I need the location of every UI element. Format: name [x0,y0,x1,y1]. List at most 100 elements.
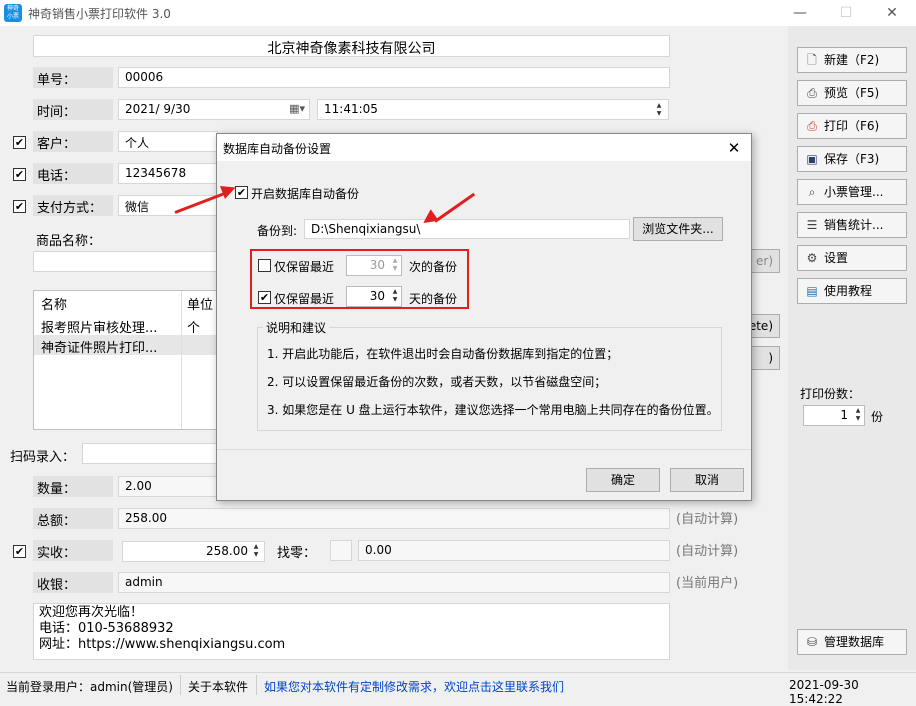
print-button-label: 打印（F6) [824,119,880,133]
tutorial-label: 使用教程 [824,284,873,298]
total-field: 258.00 [118,508,670,529]
time-label: 时间： [33,99,113,120]
minimize-button[interactable]: — [788,2,812,24]
preview-button-label: 预览（F5) [824,86,880,100]
scan-input[interactable] [82,443,222,464]
notes-group-title: 说明和建议 [263,319,330,336]
received-value: 258.00 [206,544,248,558]
backup-path-field[interactable]: D:\Shenqixiangsu\ [304,219,630,239]
status-datetime: 2021-09-30 15:42:22 [789,678,859,706]
dialog-title-bar: 数据库自动备份设置 ✕ [217,134,751,161]
note-line: 3. 如果您是在 U 盘上运行本软件，建议您选择一个常用电脑上共同存在的备份位置… [267,403,719,417]
ticket-management-button[interactable]: ⌕ 小票管理... [797,179,907,205]
company-name-field[interactable]: 北京神奇像素科技有限公司 [33,35,670,57]
save-button-label: 保存（F3) [824,152,880,166]
keep-count-spinner-icon[interactable]: ▲ ▼ [390,257,400,273]
preview-button[interactable]: ⎙ 预览（F5) [797,80,907,106]
change-field: 0.00 [358,540,670,561]
payment-checkbox[interactable]: ✔ [13,200,26,213]
keep-days-label: 仅保留最近 [274,292,335,306]
database-icon: ⛁ [806,635,818,649]
title-bar: 神奇 小票 神奇销售小票打印软件 3.0 — ☐ ✕ [0,0,916,26]
app-icon: 神奇 小票 [4,4,22,22]
total-label: 总额： [33,508,113,529]
grid-cell: 神奇证件照片打印... [41,341,158,356]
time-spinner-icon[interactable]: ▲ ▼ [654,102,664,118]
keep-count-value: 30 [369,258,385,272]
keep-count-unit: 次的备份 [409,260,458,274]
keep-days-spinner-icon[interactable]: ▲ ▼ [390,288,400,304]
keep-days-unit: 天的备份 [409,292,458,306]
received-field[interactable]: 258.00 ▲ ▼ [122,541,265,562]
dialog-close-icon[interactable]: ✕ [722,137,746,159]
printer-icon: ⎙ [807,119,817,133]
cancel-button[interactable]: 取消 [670,468,744,492]
save-button[interactable]: ▣ 保存（F3) [797,146,907,172]
received-checkbox[interactable]: ✔ [13,545,26,558]
copies-spinner[interactable]: 1 ▲ ▼ [803,405,865,426]
calendar-dropdown-icon[interactable]: ▦▾ [289,102,305,115]
ok-button[interactable]: 确定 [586,468,660,492]
order-no-field[interactable]: 00006 [118,67,670,88]
phone-label: 电话： [33,163,113,184]
customer-label: 客户： [33,131,113,152]
backup-settings-dialog: 数据库自动备份设置 ✕ ✔ 开启数据库自动备份 备份到: D:\Shenqixi… [216,133,752,501]
grid-cell: 报考照片审核处理... [41,321,158,336]
product-name-field[interactable] [33,251,219,272]
new-button[interactable]: 🗋 新建（F2) [797,47,907,73]
phone-field[interactable]: 12345678 [118,163,218,184]
window-title: 神奇销售小票打印软件 3.0 [28,7,171,21]
received-spinner-icon[interactable]: ▲ ▼ [251,543,261,559]
table-row[interactable]: 神奇证件照片打印... [34,335,218,356]
time-field[interactable]: 11:41:05 ▲ ▼ [317,99,669,120]
auto-calc-hint: (自动计算) [676,512,739,527]
note-line: 2. 可以设置保留最近备份的次数，或者天数，以节省磁盘空间； [267,375,607,389]
change-prefix-box [330,540,352,561]
qty-label: 数量： [33,476,113,497]
browse-folder-button[interactable]: 浏览文件夹... [633,217,723,241]
phone-checkbox[interactable]: ✔ [13,168,26,181]
keep-days-checkbox[interactable]: ✔ [258,291,271,304]
change-label: 找零： [277,546,317,561]
list-icon: ☰ [806,218,818,232]
settings-button[interactable]: ⚙ 设置 [797,245,907,271]
book-icon: ▤ [806,284,818,298]
scan-label: 扫码录入： [10,450,76,465]
product-name-label: 商品名称： [36,234,102,249]
footer-line: 电话：010-53688932 [39,621,174,636]
sales-stats-button[interactable]: ☰ 销售统计... [797,212,907,238]
enable-backup-label: 开启数据库自动备份 [251,187,360,201]
maximize-button[interactable]: ☐ [834,2,858,24]
copies-label: 打印份数： [800,387,861,401]
tutorial-button[interactable]: ▤ 使用教程 [797,278,907,304]
db-management-button[interactable]: ⛁ 管理数据库 [797,629,907,655]
about-link[interactable]: 关于本软件 [188,678,248,695]
status-bar: 当前登录用户：admin(管理员) 关于本软件 如果您对本软件有定制修改需求，欢… [0,672,916,706]
keep-days-spinner[interactable]: 30 ▲ ▼ [346,286,402,307]
new-doc-icon: 🗋 [807,53,817,67]
custom-contact-link[interactable]: 如果您对本软件有定制修改需求，欢迎点击这里联系我们 [264,678,564,695]
current-user-hint: (当前用户) [676,576,739,591]
table-row[interactable]: 报考照片审核处理... 个 [34,315,218,336]
print-button[interactable]: ⎙ 打印（F6) [797,113,907,139]
date-picker[interactable]: 2021/ 9/30 ▦▾ [118,99,310,120]
settings-label: 设置 [824,251,849,265]
copies-spinner-icon[interactable]: ▲ ▼ [853,407,863,423]
keep-count-checkbox[interactable] [258,259,271,272]
close-button[interactable]: ✕ [880,2,904,24]
backup-to-label: 备份到: [257,224,298,238]
received-label: 实收： [33,540,113,561]
note-line: 1. 开启此功能后，在软件退出时会自动备份数据库到指定的位置； [267,347,619,361]
db-management-label: 管理数据库 [824,635,885,649]
customer-checkbox[interactable]: ✔ [13,136,26,149]
keep-count-spinner[interactable]: 30 ▲ ▼ [346,255,402,276]
divider [256,675,257,695]
customer-field[interactable]: 个人 [118,131,218,152]
product-grid[interactable]: 名称 单位 报考照片审核处理... 个 神奇证件照片打印... [33,290,219,430]
preview-printer-icon: ⎙ [807,86,817,100]
footer-text-area[interactable]: 欢迎您再次光临！ 电话：010-53688932 网址：https://www.… [33,603,670,660]
cashier-label: 收银： [33,572,113,593]
order-no-label: 单号： [33,67,113,88]
sales-stats-label: 销售统计... [824,218,884,232]
payment-field[interactable]: 微信 [118,195,218,216]
